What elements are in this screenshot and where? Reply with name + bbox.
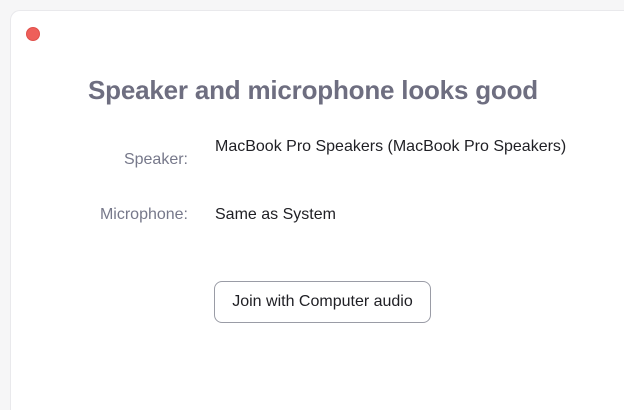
join-with-computer-audio-button[interactable]: Join with Computer audio [214, 281, 431, 323]
close-window-button[interactable] [26, 27, 40, 41]
microphone-device-value: Same as System [215, 206, 336, 223]
dialog-title: Speaker and microphone looks good [88, 75, 538, 105]
speaker-device-value: MacBook Pro Speakers (MacBook Pro Speake… [215, 138, 567, 155]
speaker-label: Speaker: [123, 151, 188, 168]
microphone-label: Microphone: [99, 206, 188, 223]
audio-test-window: Speaker and microphone looks good Speake… [10, 10, 624, 410]
